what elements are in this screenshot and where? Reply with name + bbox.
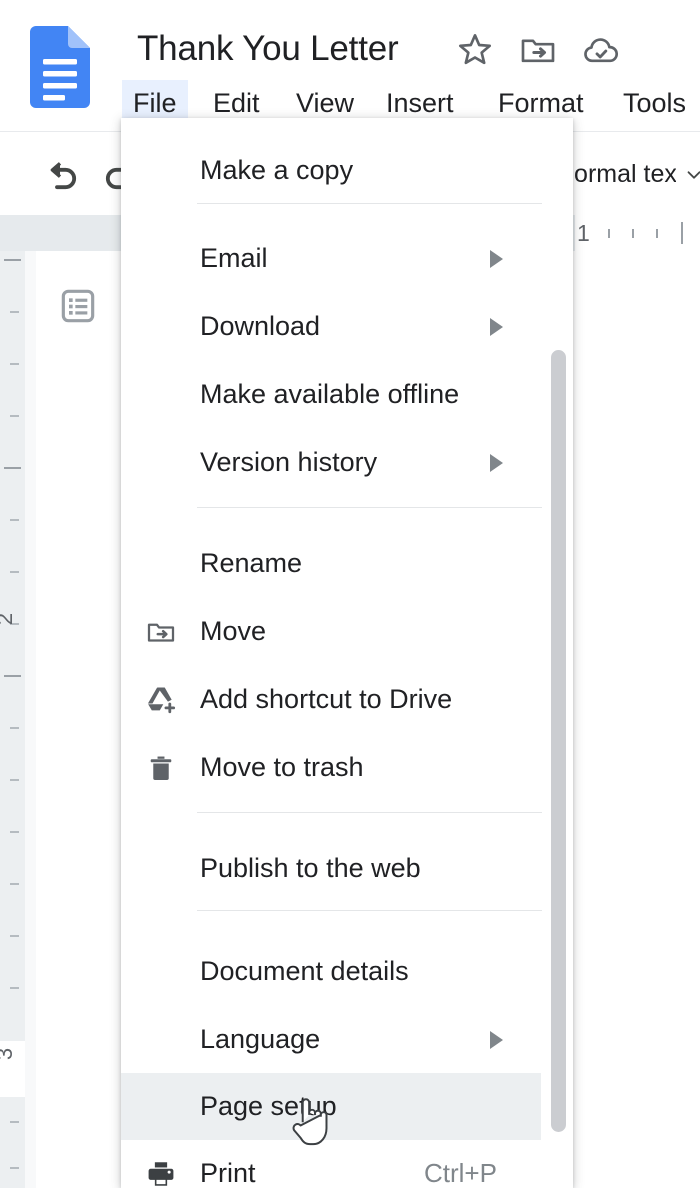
vruler-tick	[10, 1167, 19, 1169]
document-title[interactable]: Thank You Letter	[137, 26, 398, 72]
vruler-tick	[10, 519, 19, 521]
menu-item-version-history[interactable]: Version history	[121, 429, 541, 496]
vruler-tick	[10, 779, 19, 781]
submenu-arrow-icon	[490, 1031, 503, 1049]
printer-icon	[143, 1156, 179, 1188]
ruler-tick	[632, 229, 634, 238]
menu-item-label: Version history	[200, 447, 377, 478]
menu-item-label: Rename	[200, 548, 302, 579]
drive-add-icon	[143, 682, 179, 718]
folder-move-icon	[143, 614, 179, 650]
menu-item-label: Make available offline	[200, 379, 459, 410]
menu-item-shortcut: Ctrl+P	[424, 1158, 497, 1188]
menu-item-label: Language	[200, 1024, 320, 1055]
star-icon[interactable]	[455, 30, 495, 70]
menu-item-document-details[interactable]: Document details	[121, 938, 541, 1005]
menu-item-label: Download	[200, 311, 320, 342]
menu-scrollbar-thumb[interactable]	[551, 350, 566, 1132]
vruler-tick	[10, 727, 19, 729]
move-to-folder-icon[interactable]	[518, 30, 558, 70]
undo-icon[interactable]	[42, 154, 82, 194]
vruler-tick-major	[4, 259, 21, 261]
menu-item-publish-to-the-web[interactable]: Publish to the web	[121, 835, 541, 902]
ruler-tick-major	[681, 222, 683, 244]
document-outline-icon[interactable]	[58, 286, 98, 326]
menu-item-download[interactable]: Download	[121, 293, 541, 360]
vruler-tick	[10, 363, 19, 365]
vruler-number: 3	[0, 1048, 18, 1060]
menu-item-label: Make a copy	[200, 155, 353, 186]
menu-item-label: Print	[200, 1158, 256, 1188]
vruler-tick-major	[4, 467, 21, 469]
menu-item-rename[interactable]: Rename	[121, 530, 541, 597]
menu-item-add-shortcut-to-drive[interactable]: Add shortcut to Drive	[121, 666, 541, 733]
menu-item-page-setup[interactable]: Page setup	[121, 1073, 541, 1140]
vruler-tick	[10, 935, 19, 937]
menu-tools[interactable]: Tools	[612, 80, 697, 126]
cloud-saved-icon[interactable]	[581, 30, 621, 70]
menu-item-make-a-copy[interactable]: Make a copy	[121, 137, 541, 204]
vruler-tick	[10, 415, 19, 417]
menu-item-language[interactable]: Language	[121, 1006, 541, 1073]
menu-item-label: Publish to the web	[200, 853, 421, 884]
google-docs-window: Thank You Letter File Edit View Inse	[0, 0, 700, 1188]
menu-item-label: Add shortcut to Drive	[200, 684, 452, 715]
menu-separator	[197, 910, 542, 911]
header-bar: Thank You Letter File Edit View Inse	[0, 0, 700, 130]
menu-item-label: Page setup	[200, 1091, 337, 1122]
ruler-tick	[656, 229, 658, 238]
menu-separator	[197, 203, 542, 204]
vruler-number: 2	[0, 613, 18, 625]
menu-item-email[interactable]: Email	[121, 225, 541, 292]
submenu-arrow-icon	[490, 454, 503, 472]
paragraph-style-dropdown[interactable]: Normal text	[556, 152, 676, 196]
ruler-number: 1	[577, 220, 590, 247]
menu-item-label: Email	[200, 243, 268, 274]
chevron-down-icon[interactable]	[683, 164, 700, 186]
menu-separator	[197, 812, 542, 813]
file-menu-popup: Make a copy Email Download Make availabl…	[121, 118, 573, 1188]
menu-item-label: Move to trash	[200, 752, 364, 783]
vruler-tick-major	[4, 675, 21, 677]
submenu-arrow-icon	[490, 318, 503, 336]
ruler-tick	[608, 229, 610, 238]
menu-item-move-to-trash[interactable]: Move to trash	[121, 734, 541, 801]
menu-separator	[197, 507, 542, 508]
menu-item-move[interactable]: Move	[121, 598, 541, 665]
trash-icon	[143, 750, 179, 786]
vruler-tick	[10, 1121, 19, 1123]
vruler-tick	[10, 311, 19, 313]
submenu-arrow-icon	[490, 250, 503, 268]
menu-item-label: Document details	[200, 956, 409, 987]
vruler-tick	[10, 831, 19, 833]
vertical-ruler[interactable]: 2 3	[0, 251, 25, 1188]
vruler-tick	[10, 571, 19, 573]
vruler-tick	[10, 883, 19, 885]
menu-item-make-available-offline[interactable]: Make available offline	[121, 361, 541, 428]
menu-item-label: Move	[200, 616, 266, 647]
vruler-tick	[10, 987, 19, 989]
menu-item-print[interactable]: Print Ctrl+P	[121, 1140, 541, 1188]
